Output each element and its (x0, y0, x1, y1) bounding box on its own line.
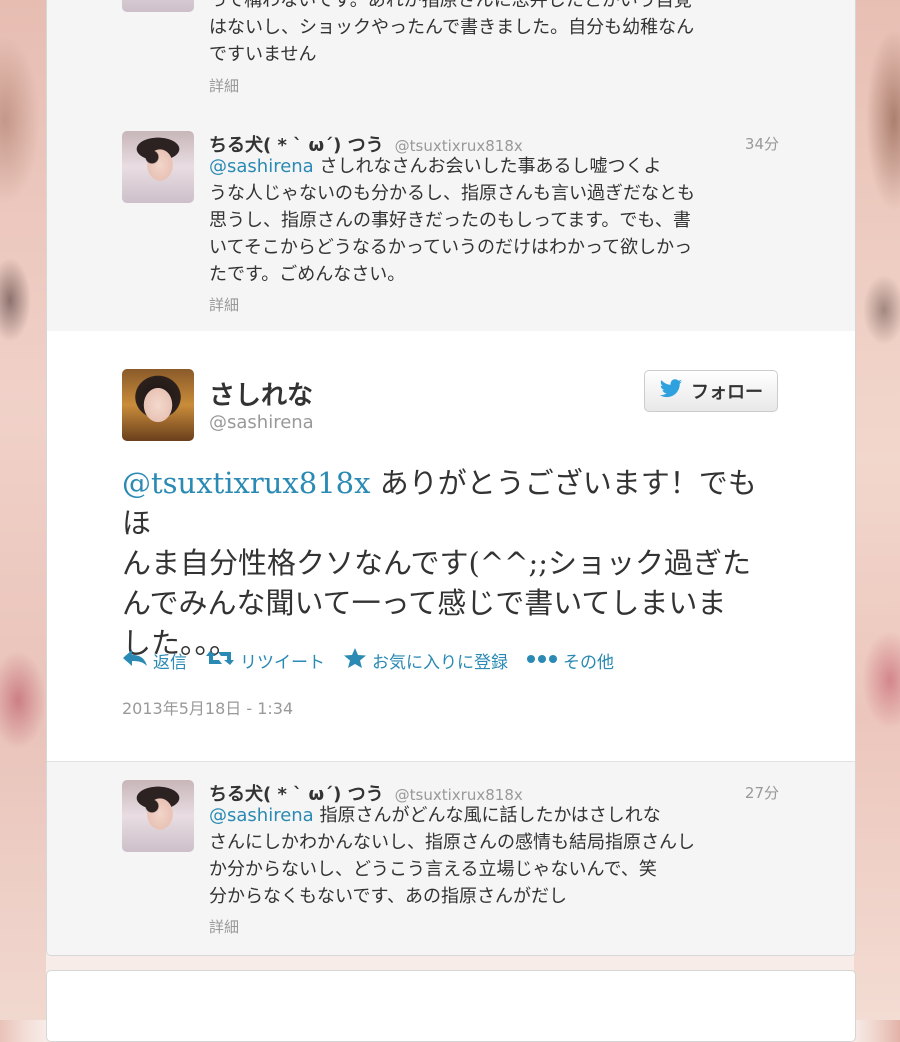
reply-icon (122, 649, 148, 672)
tweet-text-line: か分からないし、どうこう言える立場じゃないんで、笑 (209, 859, 657, 880)
mention-link[interactable]: @tsuxtixrux818x (122, 466, 370, 500)
tweet-text-line: って構わないです。あれが指原さんに忠弁したとかいう自覚 (209, 0, 692, 11)
tweet-timestamp[interactable]: 2013年5月18日 - 1:34 (122, 695, 293, 719)
tweet-actions: 返信 リツイート お気に入りに登録 その他 (122, 647, 722, 673)
reply-tweet-partial: って構わないです。あれが指原さんに忠弁したとかいう自覚 はないし、ショックやった… (47, 0, 855, 114)
tweet-text-line: 指原さんがどんな風に話したかはさしれな (319, 805, 661, 826)
details-link[interactable]: 詳細 (209, 916, 239, 937)
avatar[interactable] (122, 0, 194, 12)
mention-link[interactable]: @sashirena (209, 805, 314, 826)
avatar[interactable] (122, 369, 194, 441)
favorite-button[interactable]: お気に入りに登録 (343, 647, 508, 674)
tweet-text-line: ですいません (209, 44, 317, 65)
retweet-icon (205, 649, 235, 672)
follow-label: フォロー (691, 382, 763, 403)
tweet-text: @sashirena さしれなさんお会いした事あるし嘘つくよ うな人じゃないのも… (209, 153, 779, 288)
follow-button[interactable]: フォロー (644, 370, 778, 412)
background-photo-right (854, 0, 900, 1020)
tweet-text-line: 分からなくもないです、あの指原さんがだし (209, 886, 568, 907)
star-icon (343, 647, 367, 674)
tweet-text: って構わないです。あれが指原さんに忠弁したとかいう自覚 はないし、ショックやった… (209, 0, 779, 68)
tweet-text-line: んでみんな聞いて一って感じで書いてしまいま (122, 586, 727, 620)
more-label: その他 (563, 652, 614, 673)
tweet-time[interactable]: 27分 (745, 782, 779, 803)
conversation-timeline: って構わないです。あれが指原さんに忠弁したとかいう自覚 はないし、ショックやった… (46, 0, 856, 956)
tweet-time[interactable]: 34分 (745, 133, 779, 154)
user-name[interactable]: さしれな (209, 375, 313, 412)
avatar[interactable] (122, 780, 194, 852)
tweet-text-line: うな人じゃないのも分かるし、指原さんも言い過ぎだなとも (209, 183, 695, 204)
details-link[interactable]: 詳細 (209, 294, 239, 315)
tweet-text-line: さんにしかわかんないし、指原さんの感情も結局指原さんし (209, 832, 695, 853)
main-tweet-text: @tsuxtixrux818x ありがとうございます！でもほ んま自分性格クソな… (122, 463, 782, 663)
retweet-label: リツイート (240, 652, 325, 673)
more-button[interactable]: その他 (526, 648, 614, 673)
details-link[interactable]: 詳細 (209, 75, 239, 96)
tweet-text-line: たです。ごめんなさい。 (209, 264, 406, 285)
avatar[interactable] (122, 131, 194, 203)
tweet-text-line: 思うし、指原さんの事好きだったのもしってます。でも、書 (209, 210, 691, 231)
reply-tweet: ちる犬( * ` ω´) つう @tsuxtixrux818x 27分 @sas… (47, 762, 855, 955)
retweet-button[interactable]: リツイート (205, 648, 325, 673)
tweet-text-line: んま自分性格クソなんです(^^;;ショック過ぎた (122, 546, 752, 580)
tweet-text: @sashirena 指原さんがどんな風に話したかはさしれな さんにしかわかんな… (209, 802, 779, 910)
mention-link[interactable]: @sashirena (209, 156, 314, 177)
reply-tweet: ちる犬( * ` ω´) つう @tsuxtixrux818x 34分 @sas… (47, 113, 855, 332)
user-handle[interactable]: @sashirena (209, 412, 314, 433)
tweet-text-line: さしれなさんお会いした事あるし嘘つくよ (319, 156, 662, 177)
next-card (46, 970, 856, 1042)
reply-label: 返信 (153, 652, 187, 673)
tweet-header: ちる犬( * ` ω´) つう @tsuxtixrux818x 34分 (209, 131, 779, 156)
more-dots-icon (526, 650, 558, 670)
tweet-text-line: いてそこからどうなるかっていうのだけはわかって欲しかっ (209, 237, 693, 258)
twitter-bird-icon (659, 378, 683, 404)
main-tweet: さしれな @sashirena フォロー @tsuxtixrux818x ありが… (47, 331, 855, 762)
tweet-text-line: はないし、ショックやったんで書きました。自分も幼稚なん (209, 17, 695, 38)
tweet-header: ちる犬( * ` ω´) つう @tsuxtixrux818x 27分 (209, 780, 779, 805)
background-photo-left (0, 0, 46, 1020)
favorite-label: お気に入りに登録 (372, 652, 508, 673)
reply-button[interactable]: 返信 (122, 648, 187, 673)
